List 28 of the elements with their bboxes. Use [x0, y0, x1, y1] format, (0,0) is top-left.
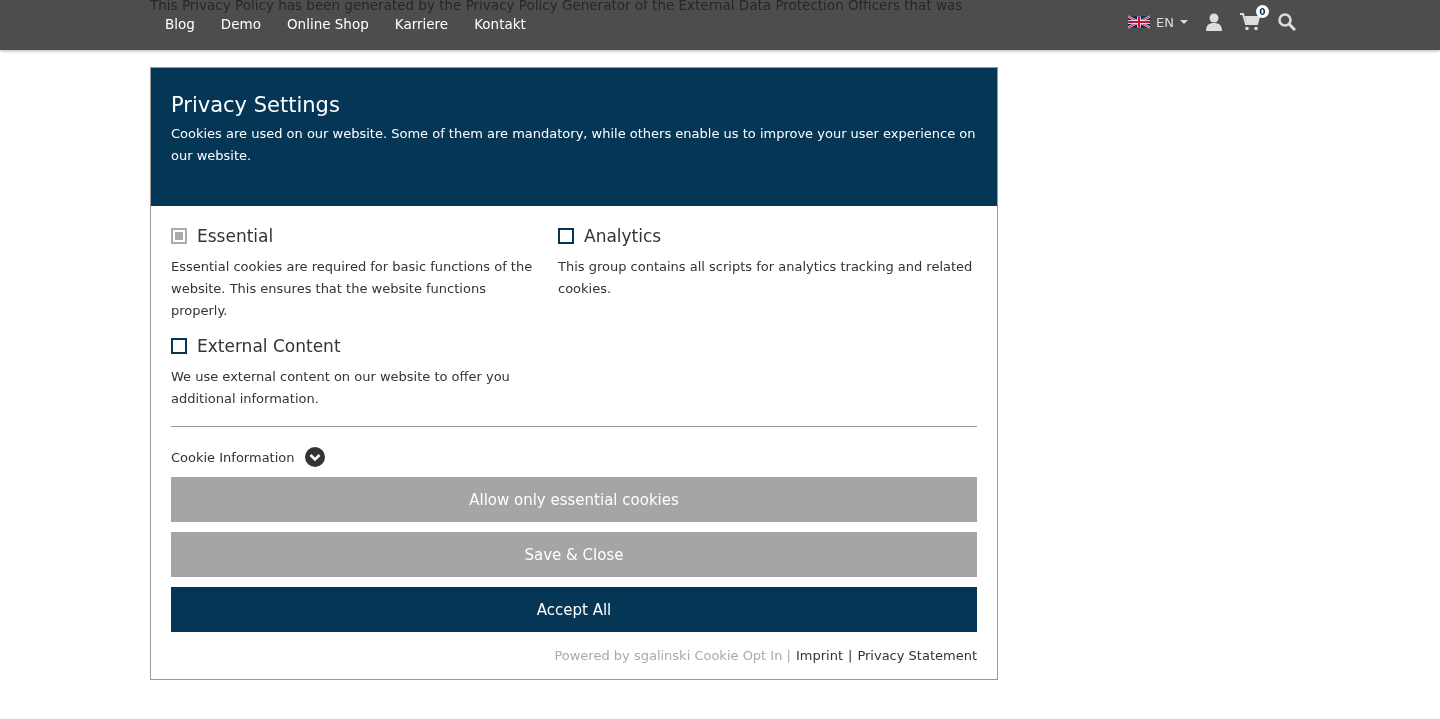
checkbox[interactable]: [171, 338, 187, 354]
user-icon[interactable]: [1206, 13, 1222, 31]
footer-link[interactable]: Imprint: [795, 648, 843, 663]
powered-by-text: Powered by sgalinski Cookie Opt In |: [554, 648, 791, 663]
nav-link[interactable]: Karriere: [394, 16, 449, 32]
flag-icon: [1128, 15, 1151, 29]
intro-text: Cookies are used on our website. Some of them are mandatory, while others enable us to improve your user experience on our website.: [171, 125, 977, 165]
cookie-information-toggle[interactable]: Cookie Information: [171, 447, 977, 467]
group-label: External Content: [197, 336, 341, 356]
footer-link[interactable]: Privacy Statement: [857, 648, 977, 663]
search-icon[interactable]: [1278, 13, 1296, 31]
caret-icon: [1180, 20, 1188, 24]
dialog-title: Privacy Settings: [171, 93, 341, 117]
group-description: Essential cookies are required for basic functions of the website. This ensures that the website functions properly.: [171, 258, 533, 320]
nav-link[interactable]: Kontakt: [474, 16, 526, 32]
language-selector[interactable]: EN: [1128, 14, 1188, 30]
cart-count-badge: 0: [1256, 5, 1269, 18]
accept-all-button[interactable]: Accept All: [171, 587, 977, 632]
nav-link[interactable]: Blog: [165, 16, 195, 32]
nav-link[interactable]: Demo: [220, 16, 261, 32]
group-label: Essential: [197, 226, 274, 246]
separator-text: |: [848, 648, 853, 663]
nav-link[interactable]: Online Shop: [286, 16, 369, 32]
group-description: We use external content on our website to offer you additional information.: [171, 368, 511, 408]
cart-icon[interactable]: [1240, 13, 1260, 31]
group-label: Analytics: [584, 226, 662, 246]
group-description: This group contains all scripts for analytics tracking and related cookies.: [558, 258, 974, 298]
checkbox[interactable]: [558, 228, 574, 244]
